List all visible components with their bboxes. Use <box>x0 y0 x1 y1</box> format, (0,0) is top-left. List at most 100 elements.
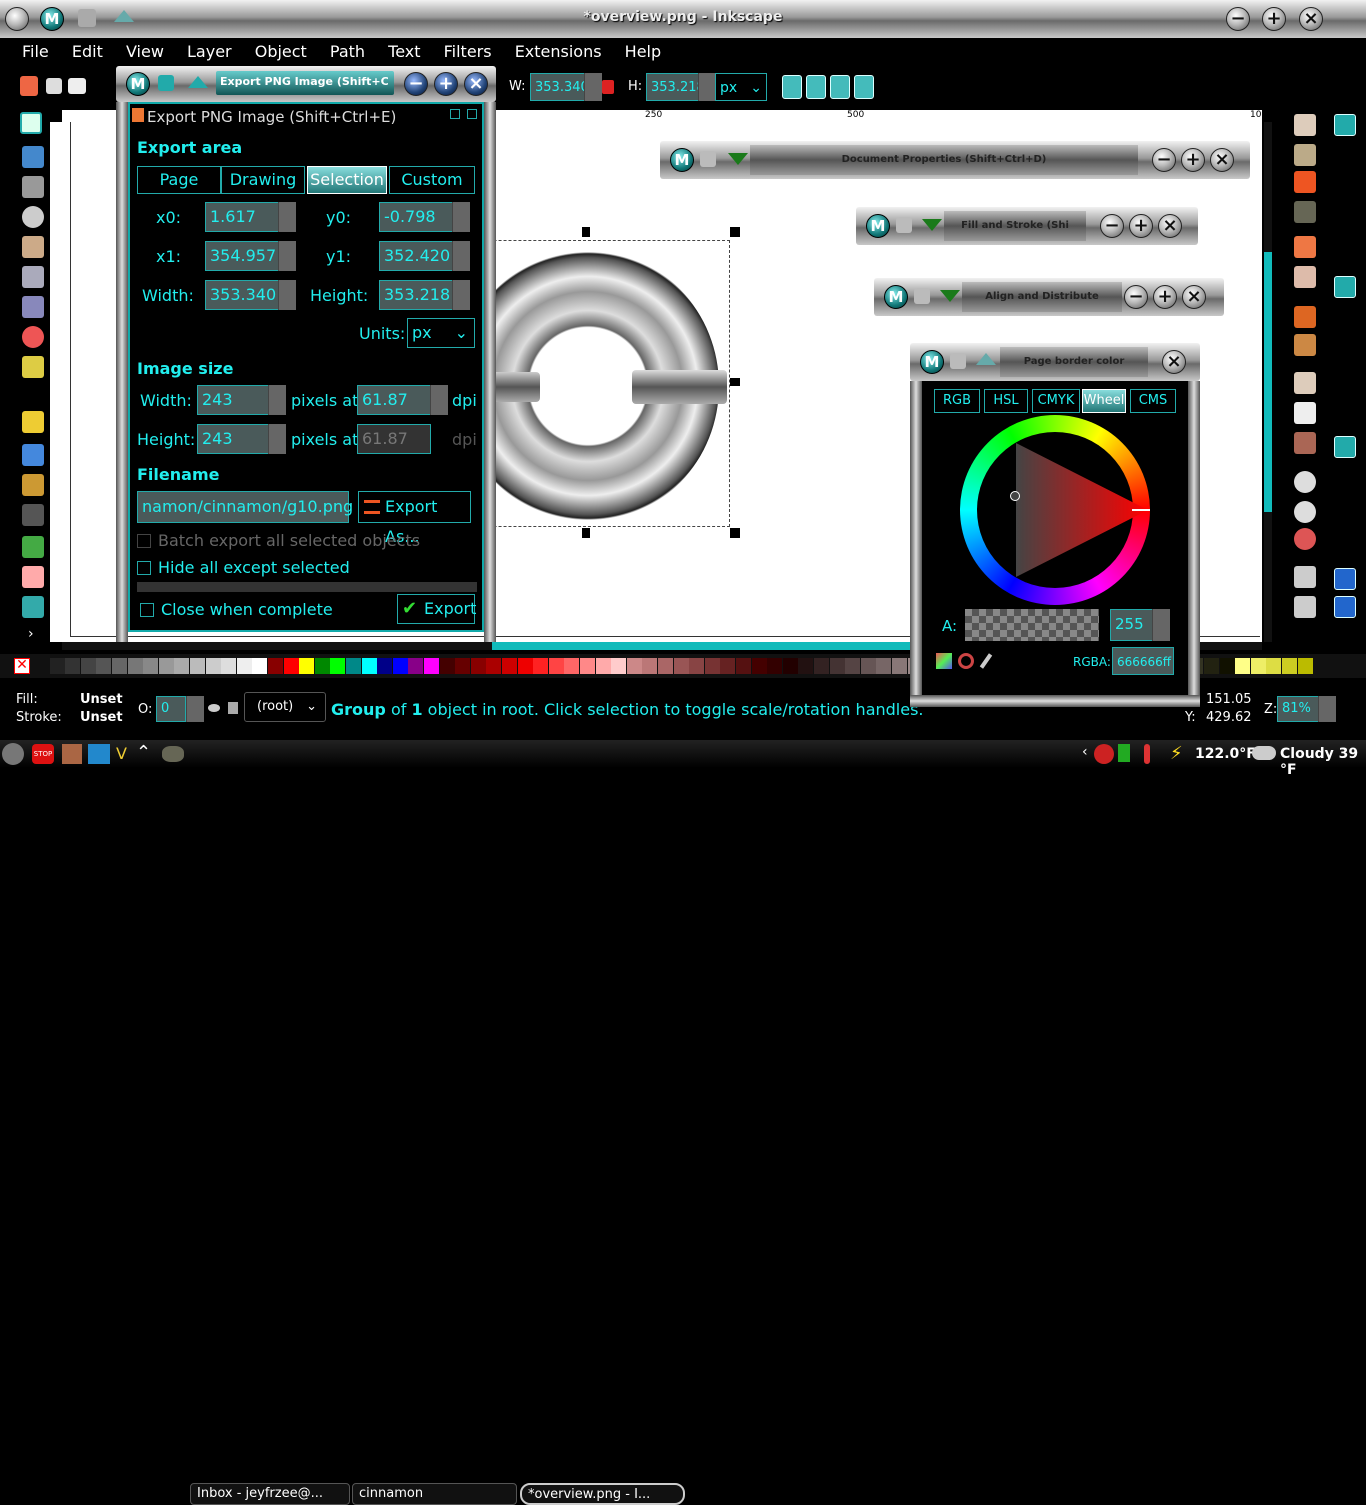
palette-swatch[interactable] <box>814 658 829 674</box>
palette-swatch[interactable] <box>80 658 96 674</box>
x1-input[interactable]: 354.957 <box>205 241 280 271</box>
ellipse-tool-icon[interactable] <box>22 326 44 348</box>
area-width-input[interactable]: 353.340 <box>205 280 280 310</box>
palette-swatch[interactable] <box>626 658 642 674</box>
palette-swatch[interactable] <box>517 658 533 674</box>
monitor-icon[interactable] <box>88 744 110 764</box>
palette-swatch[interactable] <box>876 658 892 674</box>
lock-icon[interactable] <box>602 80 614 94</box>
down-arrow-icon[interactable] <box>728 153 748 165</box>
palette-swatch[interactable] <box>1297 658 1313 674</box>
new-doc-icon[interactable] <box>1294 114 1316 136</box>
import-icon[interactable] <box>1294 171 1316 193</box>
palette-swatch[interactable] <box>829 658 845 674</box>
menu-filters[interactable]: Filters <box>444 42 492 61</box>
palette-swatch[interactable] <box>751 658 767 674</box>
pin-icon[interactable] <box>700 151 716 167</box>
tab-wheel[interactable]: Wheel <box>1082 389 1126 413</box>
toolbox-expand-icon[interactable]: › <box>28 626 34 642</box>
transform-stroke-icon[interactable] <box>782 75 802 99</box>
palette-swatch[interactable] <box>268 658 283 674</box>
m-icon[interactable]: M <box>126 72 150 96</box>
palette-swatch[interactable] <box>252 658 268 674</box>
h-spin[interactable] <box>698 73 716 101</box>
zoom-fit-icon[interactable] <box>1294 471 1316 493</box>
palette-swatch[interactable] <box>580 658 595 674</box>
area-height-spin[interactable] <box>452 280 470 310</box>
filename-input[interactable]: namon/cinnamon/g10.png <box>137 491 353 523</box>
close-checkbox[interactable] <box>140 603 154 617</box>
canvas-v-scrollbar[interactable] <box>1264 122 1272 642</box>
up-arrow-icon[interactable] <box>976 353 996 365</box>
close-button[interactable]: × <box>464 72 488 96</box>
tab-cmyk[interactable]: CMYK <box>1032 389 1080 413</box>
doc-icon[interactable] <box>20 76 38 96</box>
palette-swatch[interactable] <box>346 658 361 674</box>
align-window[interactable]: M Align and Distribute − + × <box>874 278 1224 316</box>
export-png-icon[interactable] <box>1294 266 1316 288</box>
pin-icon[interactable] <box>914 288 930 304</box>
w-spin[interactable] <box>584 73 602 101</box>
pin-icon[interactable] <box>158 75 174 91</box>
palette-swatch[interactable] <box>455 658 471 674</box>
down-arrow-icon[interactable] <box>922 219 942 231</box>
m-icon[interactable]: M <box>884 285 908 309</box>
y1-input[interactable]: 352.420 <box>379 241 454 271</box>
scale-handle-icon[interactable] <box>582 227 590 237</box>
palette-swatch[interactable] <box>642 658 658 674</box>
panel-close-icon[interactable] <box>467 109 477 119</box>
zoom-spin[interactable] <box>1318 696 1336 722</box>
palette-swatch[interactable] <box>470 658 486 674</box>
hide-checkbox[interactable] <box>137 561 151 575</box>
open-icon[interactable] <box>1294 144 1316 166</box>
download-icon[interactable] <box>1118 744 1130 762</box>
transform-patterns-icon[interactable] <box>854 75 874 99</box>
tab-rgb[interactable]: RGB <box>934 389 980 413</box>
record-icon[interactable] <box>1094 744 1114 764</box>
batch-checkbox[interactable] <box>137 534 151 548</box>
export-as-button[interactable]: Export As... <box>358 491 471 546</box>
close-button[interactable]: × <box>1158 214 1182 238</box>
menu-file[interactable]: File <box>22 42 49 61</box>
palette-swatch[interactable] <box>221 658 237 674</box>
tab-custom[interactable]: Custom <box>389 166 475 194</box>
palette-swatch[interactable] <box>158 658 174 674</box>
eraser-tool-icon[interactable] <box>22 566 44 588</box>
palette-swatch[interactable] <box>486 658 502 674</box>
palette-swatch[interactable] <box>689 658 705 674</box>
maximize-button[interactable]: + <box>1181 148 1205 172</box>
y0-input[interactable]: -0.798 <box>379 202 454 232</box>
palette-swatch[interactable] <box>377 658 393 674</box>
text-tool-icon[interactable] <box>22 504 44 526</box>
palette-swatch[interactable] <box>736 658 751 674</box>
task-inbox[interactable]: Inbox - jeyfrzee@... <box>190 1483 350 1505</box>
m-icon[interactable]: M <box>920 350 944 374</box>
menu-edit[interactable]: Edit <box>72 42 103 61</box>
image-icon[interactable] <box>68 78 86 94</box>
menu-help[interactable]: Help <box>625 42 661 61</box>
minimize-button[interactable]: − <box>1226 7 1250 31</box>
copy-icon[interactable] <box>1294 372 1316 394</box>
menu-extensions[interactable]: Extensions <box>515 42 602 61</box>
palette-swatch[interactable] <box>49 658 65 674</box>
tab-page[interactable]: Page <box>137 166 221 194</box>
area-height-input[interactable]: 353.218 <box>379 280 454 310</box>
layer-select[interactable]: (root) ⌄ <box>244 692 326 722</box>
palette-swatch[interactable] <box>658 658 673 674</box>
zoom-tool-icon[interactable] <box>22 206 44 228</box>
palette-swatch[interactable] <box>673 658 689 674</box>
minimize-button[interactable]: − <box>1124 285 1148 309</box>
palette-swatch[interactable] <box>892 658 907 674</box>
minimize-button[interactable]: − <box>1100 214 1124 238</box>
palette-swatch[interactable] <box>236 658 252 674</box>
snap-nodes-icon[interactable] <box>1334 436 1356 458</box>
palette-swatch[interactable] <box>283 658 299 674</box>
maximize-button[interactable]: + <box>434 72 458 96</box>
palette-swatch[interactable] <box>174 658 190 674</box>
export-icon[interactable] <box>1294 236 1316 258</box>
palette-swatch[interactable] <box>720 658 736 674</box>
alpha-input[interactable]: 255 <box>1110 609 1154 641</box>
maximize-button[interactable]: + <box>1153 285 1177 309</box>
palette-swatch[interactable] <box>533 658 549 674</box>
v-icon[interactable]: V <box>116 744 127 763</box>
